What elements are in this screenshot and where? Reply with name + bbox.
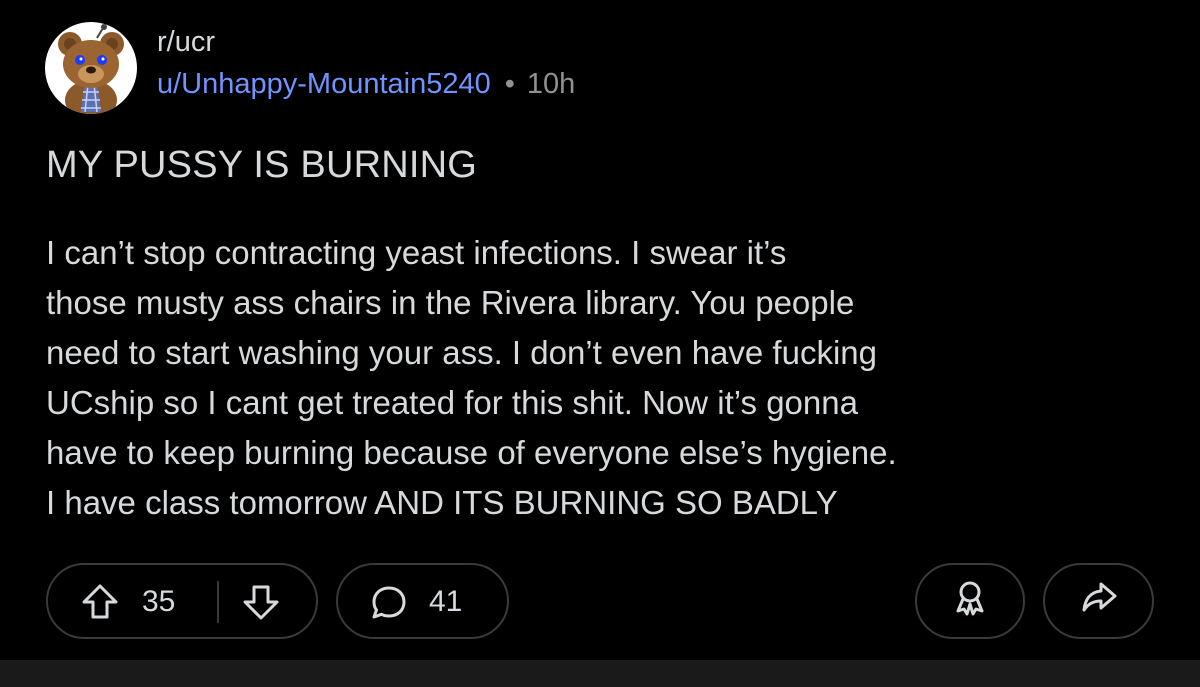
post-card: r/ucr u/Unhappy-Mountain5240 • 10h MY PU… <box>0 0 1200 660</box>
bottom-divider <box>0 660 1200 687</box>
post-body: I can’t stop contracting yeast infection… <box>46 228 1166 528</box>
comment-bubble-icon <box>369 583 409 631</box>
downvote-arrow-icon[interactable] <box>241 582 281 630</box>
post-body-line: have to keep burning because of everyone… <box>46 434 897 471</box>
comment-count: 41 <box>429 585 463 618</box>
vote-divider <box>217 581 219 623</box>
post-body-line: I can’t stop contracting yeast infection… <box>46 234 787 271</box>
meta-separator: • <box>504 68 515 100</box>
bear-avatar-icon <box>58 24 124 114</box>
upvote-arrow-icon[interactable] <box>80 582 120 630</box>
award-icon <box>950 577 990 625</box>
author-line: u/Unhappy-Mountain5240 • 10h <box>157 67 575 101</box>
subreddit-avatar[interactable] <box>45 22 137 114</box>
vote-score: 35 <box>142 585 176 618</box>
post-action-bar: 35 41 <box>0 563 1200 641</box>
post-age: 10h <box>526 68 576 100</box>
author-username[interactable]: u/Unhappy-Mountain5240 <box>157 67 491 101</box>
post-body-line: I have class tomorrow AND ITS BURNING SO… <box>46 484 838 521</box>
vote-control: 35 <box>46 563 318 639</box>
post-body-line: UCship so I cant get treated for this sh… <box>46 384 858 421</box>
subreddit-name[interactable]: r/ucr <box>157 25 575 59</box>
post-header: r/ucr u/Unhappy-Mountain5240 • 10h <box>45 22 575 114</box>
award-button[interactable] <box>915 563 1025 639</box>
post-body-line: need to start washing your ass. I don’t … <box>46 334 877 371</box>
post-body-line: those musty ass chairs in the Rivera lib… <box>46 284 855 321</box>
share-arrow-icon <box>1079 577 1119 625</box>
share-button[interactable] <box>1043 563 1154 639</box>
comments-button[interactable]: 41 <box>336 563 509 639</box>
post-title[interactable]: MY PUSSY IS BURNING <box>46 142 477 188</box>
post-meta: r/ucr u/Unhappy-Mountain5240 • 10h <box>157 22 575 114</box>
